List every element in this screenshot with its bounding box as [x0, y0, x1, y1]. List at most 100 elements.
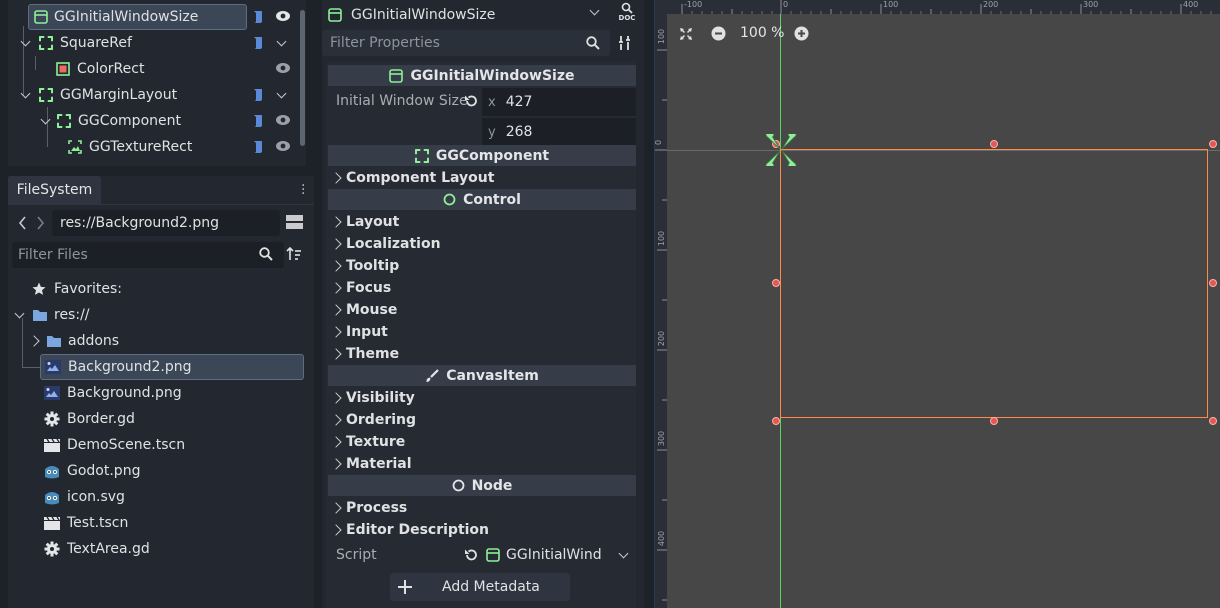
fs-item-background[interactable]: Background.png: [44, 380, 182, 406]
viewport-border: [654, 0, 655, 608]
group-mouse[interactable]: Mouse: [330, 299, 397, 321]
script-icon[interactable]: [252, 88, 264, 102]
size-y-field[interactable]: y 268: [482, 118, 636, 146]
group-editor-description[interactable]: Editor Description: [330, 519, 490, 541]
sort-icon[interactable]: [286, 246, 302, 262]
fold-arrow-icon[interactable]: [14, 308, 25, 318]
group-component-layout[interactable]: Component Layout: [330, 167, 494, 189]
visibility-eye-icon[interactable]: [275, 114, 291, 126]
resize-handle[interactable]: [1209, 140, 1217, 148]
section-ggcomponent[interactable]: GGComponent: [328, 145, 636, 166]
revert-icon[interactable]: [464, 94, 478, 108]
revert-icon[interactable]: [464, 548, 478, 562]
resize-handle[interactable]: [1209, 279, 1217, 287]
script-icon[interactable]: [252, 114, 264, 128]
object-name: GGInitialWindowSize: [351, 7, 496, 23]
resize-handle[interactable]: [990, 140, 998, 148]
back-arrow-icon[interactable]: [18, 216, 26, 230]
group-layout[interactable]: Layout: [330, 211, 399, 233]
fs-item-border-gd[interactable]: Border.gd: [44, 406, 135, 432]
section-gginitialwindowsize[interactable]: GGInitialWindowSize: [328, 65, 636, 86]
fs-item-demoscene[interactable]: DemoScene.tscn: [44, 432, 185, 458]
fs-item-addons[interactable]: addons: [28, 328, 119, 354]
scene-tree-scrollbar[interactable]: [300, 10, 305, 146]
script-icon[interactable]: [252, 140, 264, 154]
tab-filesystem[interactable]: FileSystem: [8, 176, 101, 204]
object-selector[interactable]: GGInitialWindowSize: [326, 2, 610, 28]
group-label: Ordering: [346, 412, 417, 428]
toggle-split-mode-icon[interactable]: [286, 214, 303, 230]
fs-item-textarea-gd[interactable]: TextArea.gd: [44, 536, 150, 562]
forward-arrow-icon[interactable]: [37, 216, 45, 230]
group-material[interactable]: Material: [330, 453, 412, 475]
fs-item-godot-png[interactable]: Godot.png: [44, 458, 140, 484]
canvas-viewport[interactable]: -100 0 100 200 300 400 100 0 100 200 300…: [654, 0, 1220, 608]
fold-arrow-icon[interactable]: [20, 88, 31, 98]
filesystem-panel: FileSystem · · · res://Background2.png Fil…: [8, 176, 314, 608]
tools-icon[interactable]: [618, 35, 632, 51]
group-label: Editor Description: [346, 522, 490, 538]
section-node[interactable]: Node: [328, 475, 636, 496]
anchor-pins-icon[interactable]: [765, 134, 797, 166]
expand-arrow-icon: [330, 502, 342, 514]
collapsed-indicator-icon[interactable]: [276, 88, 287, 99]
size-x-field[interactable]: x 427: [482, 88, 636, 116]
section-title: Node: [471, 477, 513, 494]
more-options-icon[interactable]: · · ·: [301, 179, 305, 201]
visibility-eye-icon[interactable]: [275, 62, 291, 74]
visibility-eye-icon[interactable]: [275, 10, 291, 22]
resize-handle[interactable]: [990, 417, 998, 425]
property-label: Script: [336, 547, 377, 563]
group-tooltip[interactable]: Tooltip: [330, 255, 399, 277]
fs-item-test-tscn[interactable]: Test.tscn: [44, 510, 128, 536]
filter-properties-input[interactable]: Filter Properties: [322, 30, 610, 56]
fs-item-background2[interactable]: Background2.png: [40, 354, 304, 380]
filter-files-input[interactable]: Filter Files: [12, 242, 284, 268]
group-texture[interactable]: Texture: [330, 431, 405, 453]
fs-item-label: TextArea.gd: [67, 541, 150, 557]
favorites-item[interactable]: Favorites:: [32, 276, 122, 302]
scene-node-colorrect[interactable]: ColorRect: [56, 56, 144, 82]
group-localization[interactable]: Localization: [330, 233, 441, 255]
fs-item-icon-svg[interactable]: icon.svg: [44, 484, 125, 510]
fold-arrow-icon[interactable]: [20, 36, 31, 46]
group-process[interactable]: Process: [330, 497, 407, 519]
scene-node-ggmarginlayout[interactable]: GGMarginLayout: [20, 82, 177, 108]
doc-button[interactable]: DOC: [614, 2, 640, 26]
group-ordering[interactable]: Ordering: [330, 409, 417, 431]
group-input[interactable]: Input: [330, 321, 388, 343]
res-root-item[interactable]: res://: [14, 302, 90, 328]
brush-icon: [425, 368, 439, 383]
script-resource-picker[interactable]: GGInitialWind: [486, 543, 634, 567]
expand-arrow-icon: [330, 282, 342, 294]
path-field[interactable]: res://Background2.png: [52, 210, 280, 236]
zoom-in-icon[interactable]: [794, 26, 809, 41]
center-view-icon[interactable]: [679, 27, 693, 41]
group-label: Input: [346, 324, 388, 340]
group-theme[interactable]: Theme: [330, 343, 399, 365]
visibility-eye-icon[interactable]: [275, 140, 291, 152]
resize-handle[interactable]: [1209, 417, 1217, 425]
group-visibility[interactable]: Visibility: [330, 387, 415, 409]
resize-handle[interactable]: [772, 279, 780, 287]
scene-node-ggcomponent[interactable]: GGComponent: [40, 108, 181, 134]
scene-node-ggtexturerect[interactable]: GGTextureRect: [68, 134, 192, 160]
collapsed-indicator-icon[interactable]: [276, 36, 287, 47]
favorites-label: Favorites:: [54, 281, 122, 297]
zoom-level[interactable]: 100 %: [740, 25, 784, 41]
script-icon[interactable]: [252, 10, 264, 24]
resize-handle[interactable]: [772, 417, 780, 425]
scene-node-gginitialwindowsize[interactable]: GGInitialWindowSize: [28, 4, 247, 30]
fold-arrow-icon[interactable]: [28, 335, 40, 347]
selected-control-rect[interactable]: [780, 149, 1208, 418]
scene-node-squareref[interactable]: SquareRef: [20, 30, 132, 56]
section-canvasitem[interactable]: CanvasItem: [328, 365, 636, 386]
clapper-icon: [44, 516, 60, 530]
script-icon[interactable]: [252, 36, 264, 50]
path-text: res://Background2.png: [60, 215, 220, 231]
fold-arrow-icon[interactable]: [40, 114, 51, 124]
group-focus[interactable]: Focus: [330, 277, 391, 299]
zoom-out-icon[interactable]: [711, 26, 726, 41]
section-control[interactable]: Control: [328, 189, 636, 210]
add-metadata-button[interactable]: Add Metadata: [390, 573, 570, 601]
